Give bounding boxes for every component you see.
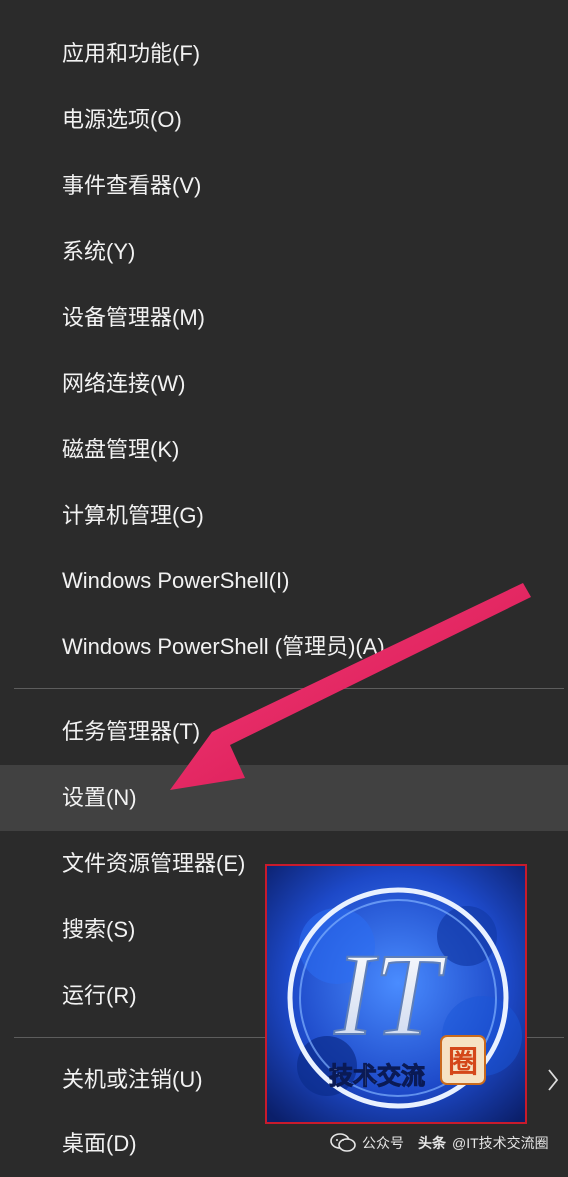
watermark-official-label: 公众号 bbox=[362, 1135, 404, 1151]
logo-small-text: 技术交流 bbox=[329, 1062, 425, 1090]
wechat-official-account-icon bbox=[330, 1133, 356, 1152]
logo-big-text: IT bbox=[334, 929, 447, 1060]
watermark-platform: 头条 bbox=[418, 1135, 446, 1151]
watermark-account: @IT技术交流圈 bbox=[452, 1135, 549, 1151]
logo-seal-text: 圈 bbox=[448, 1045, 478, 1080]
it-community-logo: IT 技术交流 圈 bbox=[265, 864, 527, 1124]
watermark: 公众号 头条 @IT技术交流圈 bbox=[330, 1130, 549, 1156]
